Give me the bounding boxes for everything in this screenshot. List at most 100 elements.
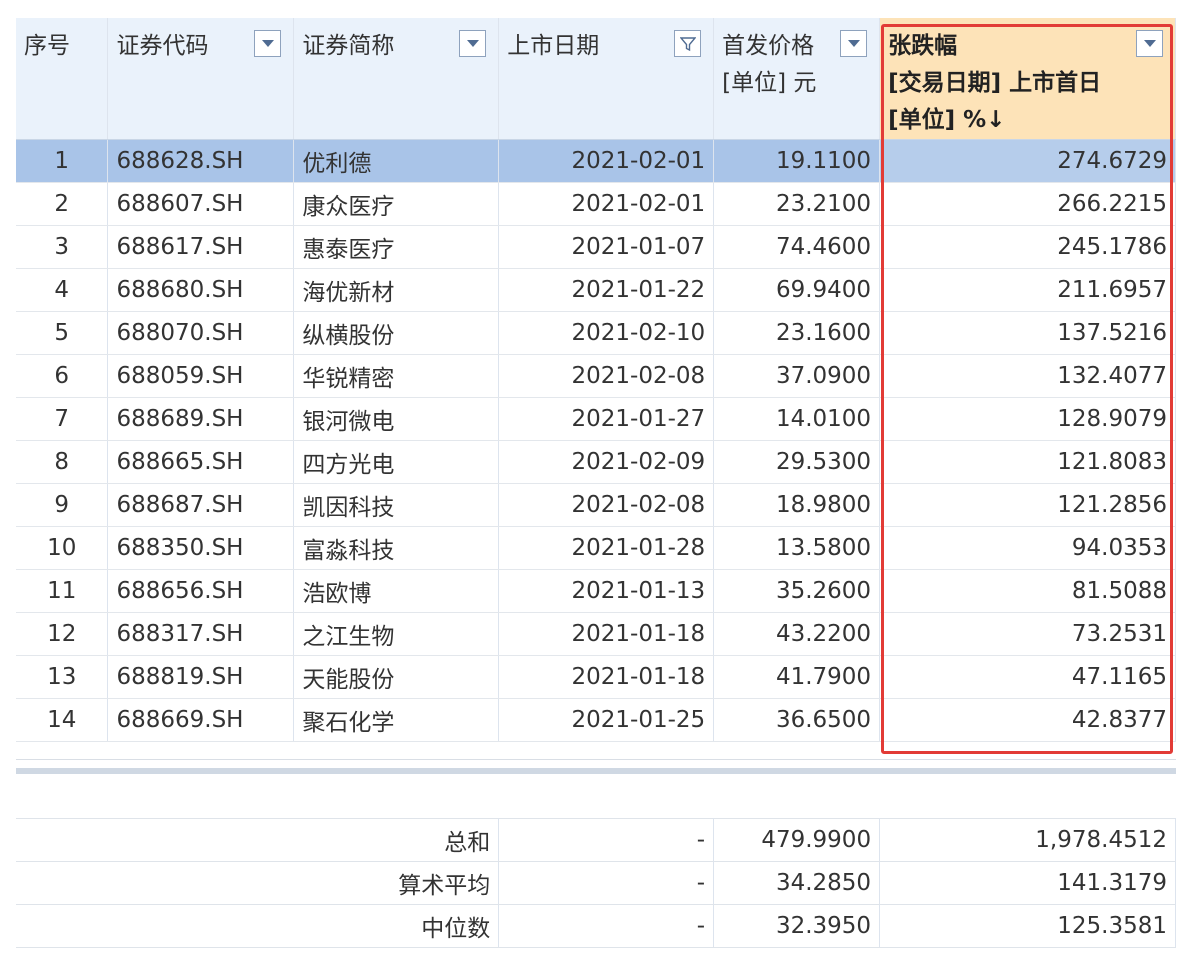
table-row[interactable]: 1 688628.SH 优利德 2021-02-01 19.1100 274.6729 [16,139,1176,183]
cell-name: 四方光电 [293,440,500,484]
summary-label: 算术平均 [16,861,500,905]
cell-name: 银河微电 [293,397,500,441]
summary-change: 141.3179 [879,861,1176,905]
filter-dropdown-icon[interactable] [459,30,487,57]
cell-index: 4 [16,268,109,312]
cell-change: 81.5088 [879,569,1176,613]
cell-list-date: 2021-01-18 [498,612,715,656]
cell-name: 惠泰医疗 [293,225,500,269]
cell-code: 688317.SH [107,612,295,656]
cell-change: 274.6729 [879,139,1176,183]
cell-code: 688689.SH [107,397,295,441]
cell-change: 245.1786 [879,225,1176,269]
table-row[interactable]: 10 688350.SH 富淼科技 2021-01-28 13.5800 94.0353 [16,526,1176,570]
summary-date: - [498,861,715,905]
cell-ipo-price: 23.2100 [713,182,881,226]
summary-change: 1,978.4512 [879,818,1176,862]
cell-change: 266.2215 [879,182,1176,226]
cell-ipo-price: 36.6500 [713,698,881,742]
cell-list-date: 2021-02-08 [498,483,715,527]
table-row[interactable]: 5 688070.SH 纵横股份 2021-02-10 23.1600 137.5216 [16,311,1176,355]
filter-dropdown-icon[interactable] [1136,30,1163,57]
table-row[interactable]: 14 688669.SH 聚石化学 2021-01-25 36.6500 42.8377 [16,698,1176,742]
filter-dropdown-icon[interactable] [254,30,282,57]
column-header-ipo-price[interactable]: 首发价格 [单位] 元 [713,18,881,140]
column-header-index[interactable]: 序号 [16,18,109,140]
column-header-name[interactable]: 证券简称 [293,18,500,140]
cell-code: 688070.SH [107,311,295,355]
cell-change: 211.6957 [879,268,1176,312]
summary-divider [16,768,1176,774]
cell-index: 14 [16,698,109,742]
table-row[interactable]: 11 688656.SH 浩欧博 2021-01-13 35.2600 81.5088 [16,569,1176,613]
cell-index: 1 [16,139,109,183]
cell-name: 之江生物 [293,612,500,656]
cell-ipo-price: 14.0100 [713,397,881,441]
cell-ipo-price: 29.5300 [713,440,881,484]
cell-code: 688350.SH [107,526,295,570]
summary-label: 中位数 [16,904,500,948]
cell-index: 12 [16,612,109,656]
cell-list-date: 2021-02-01 [498,139,715,183]
table-row[interactable]: 12 688317.SH 之江生物 2021-01-18 43.2200 73.2531 [16,612,1176,656]
cell-ipo-price: 13.5800 [713,526,881,570]
data-table-frame: 序号 证券代码 证券简称 上市日期 首发价格 [单位] 元 张跌幅 [交易日期]… [16,18,1176,958]
summary-label: 总和 [16,818,500,862]
table-row[interactable]: 9 688687.SH 凯因科技 2021-02-08 18.9800 121.2856 [16,483,1176,527]
summary-row: 算术平均 -34.2850 141.3179 [16,861,1176,905]
cell-list-date: 2021-02-09 [498,440,715,484]
cell-ipo-price: 74.4600 [713,225,881,269]
cell-ipo-price: 37.0900 [713,354,881,398]
securities-table: 序号 证券代码 证券简称 上市日期 首发价格 [单位] 元 张跌幅 [交易日期]… [16,18,1176,742]
cell-list-date: 2021-01-18 [498,655,715,699]
cell-ipo-price: 23.1600 [713,311,881,355]
cell-change: 121.8083 [879,440,1176,484]
cell-code: 688617.SH [107,225,295,269]
cell-name: 华锐精密 [293,354,500,398]
summary-change: 125.3581 [879,904,1176,948]
cell-code: 688628.SH [107,139,295,183]
summary-body: 总和 -479.9900 1,978.4512 算术平均 -34.2850 141.317… [16,818,1176,948]
summary-row: 总和 -479.9900 1,978.4512 [16,818,1176,862]
funnel-filter-icon[interactable] [674,30,702,57]
column-header-change[interactable]: 张跌幅 [交易日期] 上市首日 [单位] %↓ [879,18,1176,140]
summary-table: 总和 -479.9900 1,978.4512 算术平均 -34.2850 141.317… [16,818,1176,948]
cell-index: 9 [16,483,109,527]
column-header-unit: [单位] 元 [722,70,817,96]
cell-code: 688665.SH [107,440,295,484]
table-row[interactable]: 2 688607.SH 康众医疗 2021-02-01 23.2100 266.2215 [16,182,1176,226]
column-header-trade-date: [交易日期] 上市首日 [888,70,1102,96]
table-row[interactable]: 13 688819.SH 天能股份 2021-01-18 41.7900 47.1165 [16,655,1176,699]
column-header-label: 张跌幅 [888,33,958,59]
table-row[interactable]: 8 688665.SH 四方光电 2021-02-09 29.5300 121.8083 [16,440,1176,484]
column-header-unit: [单位] %↓ [888,107,1006,133]
cell-index: 3 [16,225,109,269]
cell-code: 688680.SH [107,268,295,312]
cell-code: 688687.SH [107,483,295,527]
cell-index: 2 [16,182,109,226]
summary-row: 中位数 -32.3950 125.3581 [16,904,1176,948]
cell-ipo-price: 43.2200 [713,612,881,656]
cell-name: 聚石化学 [293,698,500,742]
cell-list-date: 2021-02-01 [498,182,715,226]
filter-dropdown-icon[interactable] [840,30,868,57]
cell-code: 688656.SH [107,569,295,613]
cell-index: 5 [16,311,109,355]
table-row[interactable]: 3 688617.SH 惠泰医疗 2021-01-07 74.4600 245.1786 [16,225,1176,269]
cell-name: 纵横股份 [293,311,500,355]
table-row[interactable]: 7 688689.SH 银河微电 2021-01-27 14.0100 128.9079 [16,397,1176,441]
column-header-list-date[interactable]: 上市日期 [498,18,715,140]
table-row[interactable]: 6 688059.SH 华锐精密 2021-02-08 37.0900 132.4077 [16,354,1176,398]
divider [16,759,1176,760]
cell-name: 浩欧博 [293,569,500,613]
header-row: 序号 证券代码 证券简称 上市日期 首发价格 [单位] 元 张跌幅 [交易日期]… [16,18,1176,140]
cell-name: 天能股份 [293,655,500,699]
cell-change: 132.4077 [879,354,1176,398]
cell-ipo-price: 41.7900 [713,655,881,699]
cell-change: 94.0353 [879,526,1176,570]
cell-code: 688607.SH [107,182,295,226]
cell-change: 73.2531 [879,612,1176,656]
cell-index: 7 [16,397,109,441]
column-header-code[interactable]: 证券代码 [107,18,295,140]
table-row[interactable]: 4 688680.SH 海优新材 2021-01-22 69.9400 211.6957 [16,268,1176,312]
